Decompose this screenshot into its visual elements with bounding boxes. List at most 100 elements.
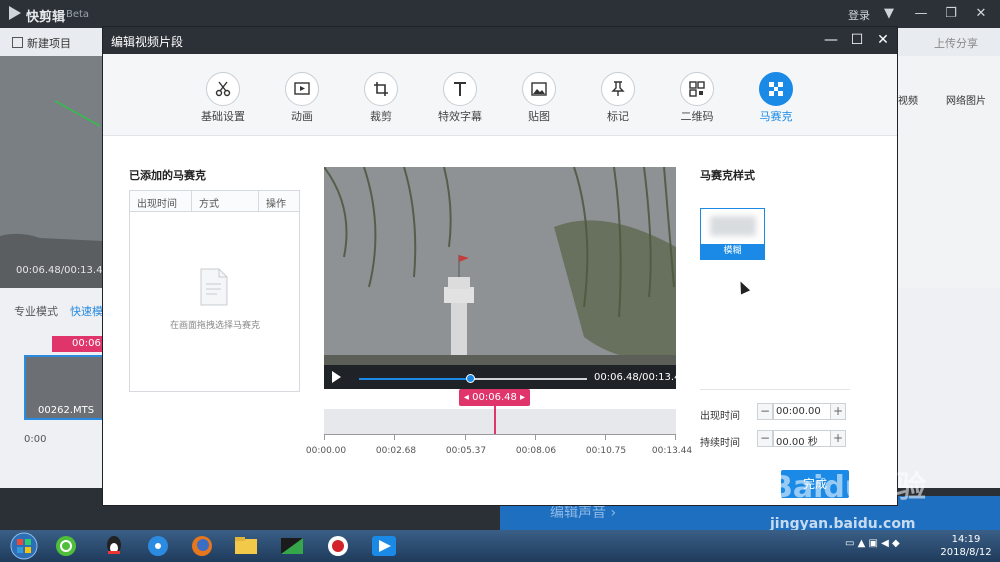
ruler-tick	[535, 434, 536, 440]
edit-sound-label: 编辑声音	[550, 505, 606, 521]
taskbar-qq-icon[interactable]	[98, 533, 130, 559]
scissors-icon	[206, 72, 240, 106]
pin-icon	[601, 72, 635, 106]
tab-basic-settings[interactable]: 基础设置	[188, 68, 258, 124]
dialog-title: 编辑视频片段	[111, 35, 184, 49]
col-divider	[191, 191, 192, 212]
appear-time-value: 00:00.00	[776, 406, 821, 417]
app-preview-time: 00:06.48/00:13.44	[16, 265, 109, 276]
text-icon	[443, 72, 477, 106]
tab-label: 贴图	[528, 110, 550, 123]
video-time: 00:06.48/00:13.44	[594, 372, 687, 383]
col-appear-time: 出现时间	[137, 199, 177, 210]
tab-effect-subtitle[interactable]: 特效字幕	[425, 68, 495, 124]
tab-sticker[interactable]: 贴图	[504, 68, 574, 124]
app-clip-time: 0:00	[24, 434, 47, 445]
appear-time-label: 出现时间	[700, 411, 740, 422]
play-icon	[285, 72, 319, 106]
tab-crop[interactable]: 裁剪	[346, 68, 416, 124]
playhead-line	[494, 406, 496, 434]
tab-marker[interactable]: 标记	[583, 68, 653, 124]
taskbar-360-icon[interactable]	[50, 533, 82, 559]
tab-animation[interactable]: 动画	[267, 68, 337, 124]
duration-decrement[interactable]: −	[757, 430, 773, 447]
restore-icon[interactable]: ❐	[940, 4, 962, 24]
added-mosaic-title: 已添加的马赛克	[129, 169, 206, 182]
dialog-maximize-icon[interactable]: ☐	[846, 30, 868, 50]
appear-time-increment[interactable]: +	[830, 403, 846, 420]
duration-increment[interactable]: +	[830, 430, 846, 447]
crop-icon	[364, 72, 398, 106]
col-divider	[258, 191, 259, 212]
ruler-tick	[324, 434, 325, 440]
minimize-icon[interactable]: —	[910, 4, 932, 24]
duration-label: 持续时间	[700, 438, 740, 449]
video-progress-handle[interactable]	[466, 374, 475, 383]
col-action: 操作	[266, 199, 286, 210]
video-preview[interactable]	[324, 167, 676, 389]
ruler-tick	[675, 434, 676, 440]
start-button-icon[interactable]	[4, 531, 44, 561]
side-web-image-button[interactable]: 网络图片	[946, 92, 986, 107]
tab-qrcode[interactable]: 二维码	[662, 68, 732, 124]
tab-label: 裁剪	[370, 110, 392, 123]
tab-label: 特效字幕	[438, 110, 482, 123]
taskbar-record-icon[interactable]	[322, 533, 354, 559]
clock-date: 2018/8/12	[940, 547, 992, 558]
taskbar-kuaijianji-icon[interactable]	[368, 533, 400, 559]
duration-value: 00.00 秒	[776, 437, 818, 448]
ruler-label: 00:02.68	[375, 446, 417, 456]
mosaic-style-label: 模糊	[701, 244, 764, 259]
taskbar-app-icon[interactable]	[276, 533, 308, 559]
taskbar-firefox-icon[interactable]	[186, 533, 218, 559]
app-logo-icon	[9, 6, 21, 20]
taskbar-clock[interactable]: 14:19 2018/8/12	[938, 533, 994, 559]
app-title: 快剪辑	[26, 10, 66, 25]
app-side-panel	[897, 56, 1000, 288]
side-video-button[interactable]: 视频	[898, 92, 918, 107]
ruler-tick	[605, 434, 606, 440]
playhead-time: 00:06.48	[472, 392, 517, 403]
ruler-label: 00:05.37	[445, 446, 487, 456]
app-preview-left	[0, 56, 103, 288]
close-app-icon[interactable]: ✕	[970, 4, 992, 24]
ruler-label: 00:10.75	[585, 446, 627, 456]
ruler-tick	[465, 434, 466, 440]
menu-dropdown-icon[interactable]: ▼	[878, 4, 900, 24]
tab-label: 基础设置	[201, 110, 245, 123]
ruler-label: 00:13.44	[651, 446, 693, 456]
fast-mode-tab[interactable]: 快速模	[70, 303, 103, 319]
playhead-marker[interactable]: ◂ 00:06.48 ▸	[459, 389, 530, 406]
video-progress-fill	[359, 378, 469, 380]
empty-document-icon	[200, 268, 228, 306]
qrcode-icon	[680, 72, 714, 106]
play-button-icon[interactable]	[332, 371, 341, 383]
appear-time-decrement[interactable]: −	[757, 403, 773, 420]
dialog-close-icon[interactable]: ✕	[872, 30, 894, 50]
tab-label: 二维码	[680, 110, 714, 123]
app-beta-label: Beta	[66, 9, 90, 20]
tab-label: 动画	[291, 110, 313, 123]
taskbar-media-icon[interactable]	[142, 533, 174, 559]
dialog-header	[103, 27, 897, 54]
upload-share-button[interactable]: 上传分享	[934, 35, 978, 51]
tab-mosaic[interactable]: 马赛克	[741, 68, 811, 124]
new-project-icon	[12, 37, 23, 48]
dialog-minimize-icon[interactable]: —	[820, 30, 842, 50]
tab-label: 标记	[607, 110, 629, 123]
ruler-tick	[394, 434, 395, 440]
taskbar-explorer-icon[interactable]	[230, 533, 262, 559]
timeline-axis	[324, 434, 676, 435]
mosaic-icon	[759, 72, 793, 106]
login-link[interactable]: 登录	[848, 7, 870, 23]
new-project-button[interactable]: 新建项目	[27, 35, 71, 51]
pro-mode-tab[interactable]: 专业模式	[14, 303, 58, 319]
blur-preview	[710, 216, 756, 236]
mosaic-timeline-track[interactable]	[324, 409, 676, 434]
col-method: 方式	[199, 199, 219, 210]
app-clip-name: 00262.MTS	[38, 405, 95, 416]
image-icon	[522, 72, 556, 106]
system-tray-icons[interactable]: ▭ ▲ ▣ ◀ ◆	[845, 538, 900, 549]
ruler-label: 00:08.06	[515, 446, 557, 456]
app-clip-marker: 00:06.4	[52, 336, 110, 352]
